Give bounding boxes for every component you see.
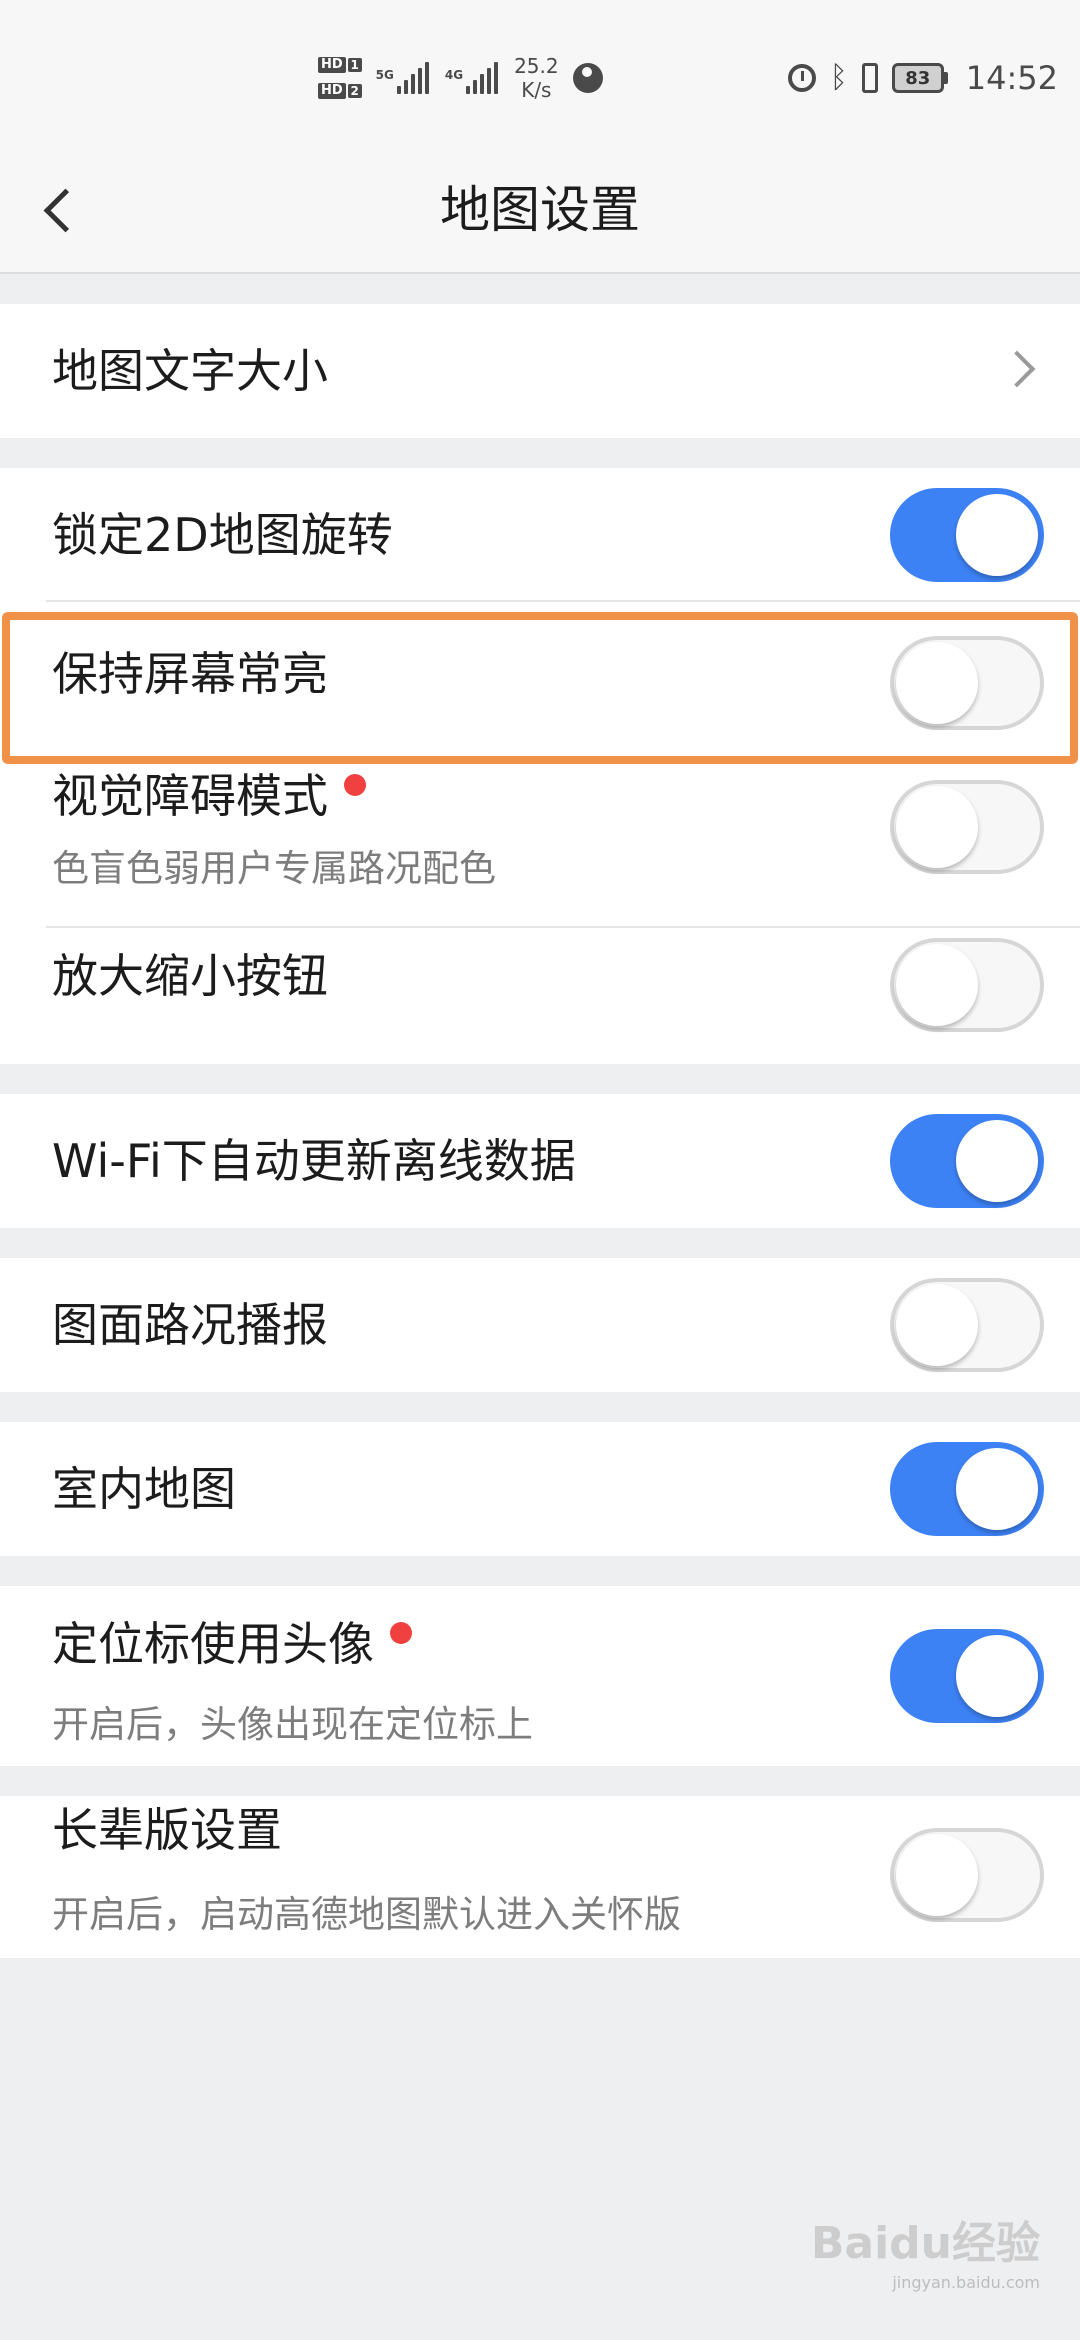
setting-avatar-as-locator: 定位标使用头像 开启后，头像出现在定位标上 [0,1586,1080,1766]
setting-keep-screen-on: 保持屏幕常亮 [0,602,1080,766]
signal-5g-icon: 5G [376,62,429,94]
settings-group-traffic: 图面路况播报 [0,1258,1080,1392]
hd1-label: HD [318,57,346,73]
setting-label-text: 定位标使用头像 [52,1617,374,1671]
battery-level: 83 [905,67,931,89]
setting-label: 图面路况播报 [52,1298,328,1352]
setting-label: 锁定2D地图旋转 [52,508,393,562]
elder-mode-toggle[interactable] [890,1828,1044,1922]
status-right: ᛒ 83 14:52 [787,56,1058,100]
speed-unit: K/s [521,78,552,102]
settings-group-avatar: 定位标使用头像 开启后，头像出现在定位标上 [0,1586,1080,1766]
setting-wifi-auto-update: Wi-Fi下自动更新离线数据 [0,1094,1080,1228]
setting-label: Wi-Fi下自动更新离线数据 [52,1134,576,1188]
setting-zoom-buttons: 放大缩小按钮 [0,928,1080,1064]
network-activity-icon [572,63,603,93]
settings-group-display: 锁定2D地图旋转 保持屏幕常亮 视觉障碍模式 色盲色弱用户专属路况配色 放大缩小… [0,468,1080,1064]
hd1-num: 1 [347,58,362,72]
setting-label: 放大缩小按钮 [52,949,328,1003]
net1-label: 5G [375,68,394,82]
keep-screen-on-toggle[interactable] [890,636,1044,730]
setting-traffic-broadcast: 图面路况播报 [0,1258,1080,1392]
visual-impairment-toggle[interactable] [890,780,1044,874]
net2-label: 4G [444,68,464,82]
nav-bar: 地图设置 [0,150,1080,274]
avatar-as-locator-toggle[interactable] [890,1629,1044,1723]
setting-map-text-size[interactable]: 地图文字大小 [0,304,1080,438]
wifi-auto-update-toggle[interactable] [890,1114,1044,1208]
sim-hd-icon: HD 1 HD 2 [318,57,362,99]
watermark-sub: jingyan.baidu.com [892,2273,1040,2292]
vibrate-icon [861,63,878,93]
indoor-map-toggle[interactable] [890,1442,1044,1536]
settings-list: 地图文字大小 锁定2D地图旋转 保持屏幕常亮 视觉障碍模式 色盲色弱用户专属路况… [0,304,1080,1988]
alarm-icon [787,64,816,92]
clock: 14:52 [965,59,1058,97]
setting-label: 长辈版设置 [52,1803,282,1857]
setting-label: 定位标使用头像 [52,1614,412,1674]
lock-2d-rotation-toggle[interactable] [890,488,1044,582]
setting-description: 开启后，启动高德地图默认进入关怀版 [52,1893,681,1936]
hd2-label: HD [318,83,346,99]
bluetooth-icon: ᛒ [829,60,848,95]
watermark-main: Baidu经验 [810,2218,1040,2269]
setting-elder-mode: 长辈版设置 开启后，启动高德地图默认进入关怀版 [0,1796,1080,1958]
hd2-num: 2 [347,84,362,98]
setting-lock-2d-rotation: 锁定2D地图旋转 [0,468,1080,602]
settings-group-offline: Wi-Fi下自动更新离线数据 [0,1094,1080,1228]
setting-label: 视觉障碍模式 [52,766,366,826]
setting-label: 保持屏幕常亮 [52,647,328,701]
speed-value: 25.2 [514,54,559,78]
setting-indoor-map: 室内地图 [0,1422,1080,1556]
traffic-broadcast-toggle[interactable] [890,1278,1044,1372]
page-title: 地图设置 [440,181,640,239]
zoom-buttons-toggle[interactable] [890,938,1044,1032]
setting-description: 色盲色弱用户专属路况配色 [52,847,496,890]
settings-group-text-size: 地图文字大小 [0,304,1080,438]
setting-label-text: 视觉障碍模式 [52,769,328,823]
setting-description: 开启后，头像出现在定位标上 [52,1703,533,1746]
setting-label: 地图文字大小 [52,344,328,398]
status-left: HD 1 HD 2 5G 4G 25.2 K/s [318,50,603,106]
status-bar: HD 1 HD 2 5G 4G 25.2 K/s ᛒ 83 14:52 [0,0,1080,150]
new-badge-dot [344,774,366,796]
chevron-right-icon [998,350,1036,388]
network-speed: 25.2 K/s [514,54,559,102]
baidu-watermark: Baidu经验 jingyan.baidu.com [811,2207,1040,2292]
setting-label: 室内地图 [52,1462,236,1516]
battery-icon: 83 [891,63,948,93]
signal-4g-icon: 4G [444,62,499,94]
settings-group-elder: 长辈版设置 开启后，启动高德地图默认进入关怀版 [0,1796,1080,1958]
new-badge-dot [390,1622,412,1644]
setting-visual-impairment-mode: 视觉障碍模式 色盲色弱用户专属路况配色 [0,766,1080,928]
settings-group-indoor: 室内地图 [0,1422,1080,1556]
